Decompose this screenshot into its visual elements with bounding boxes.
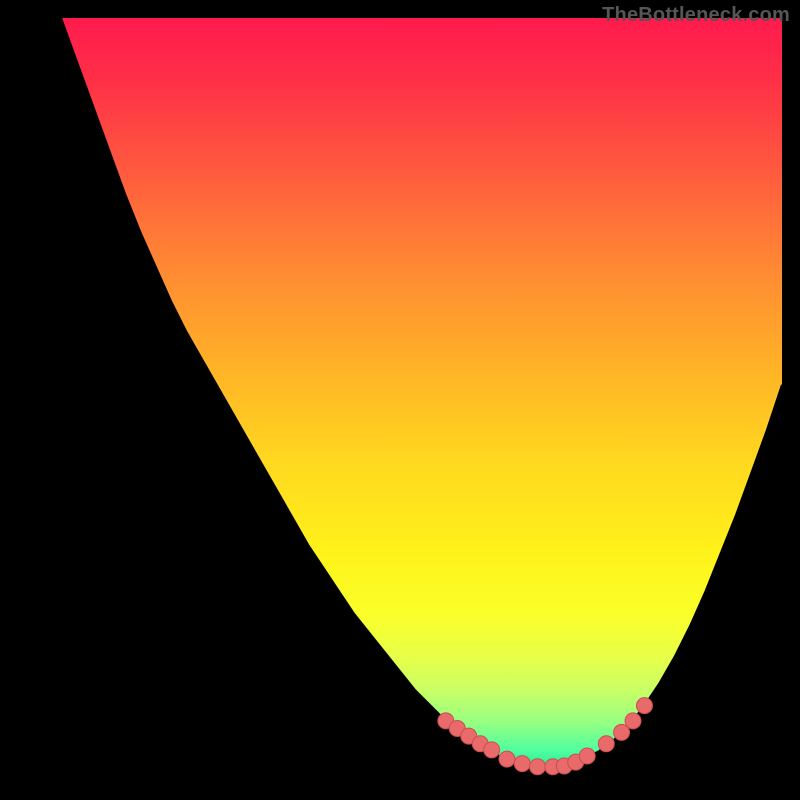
gradient-background	[18, 18, 782, 782]
plot-area	[18, 18, 782, 782]
watermark-text: TheBottleneck.com	[602, 4, 790, 27]
chart-container: TheBottleneck.com	[0, 0, 800, 800]
